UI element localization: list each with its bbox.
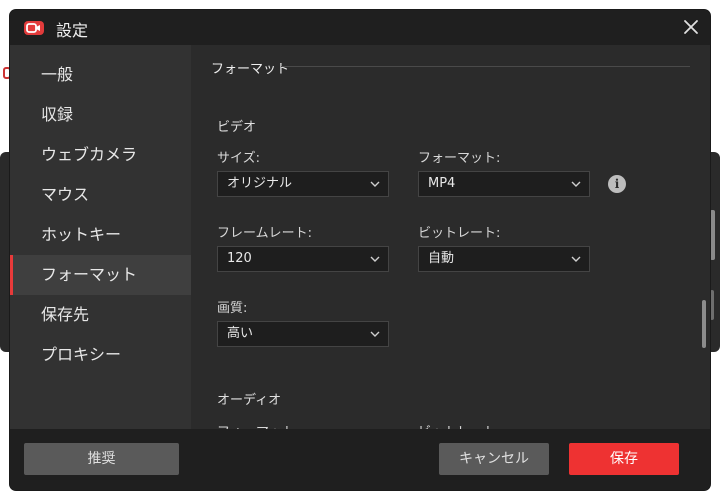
save-button[interactable]: 保存 — [569, 443, 679, 475]
section-divider — [281, 66, 690, 67]
audio-format-label: フォーマット: — [217, 421, 299, 429]
chevron-down-icon — [571, 256, 581, 262]
video-bit-rate-select[interactable]: 自動 — [418, 246, 590, 272]
video-size-value: オリジナル — [227, 176, 293, 191]
background-panel-left — [0, 152, 10, 352]
title-bar: 設定 — [10, 10, 710, 45]
sidebar-item-label: ホットキー — [41, 225, 122, 244]
sidebar-item-label: 一般 — [41, 65, 74, 84]
frame-rate-select[interactable]: 120 — [217, 246, 389, 272]
settings-dialog: 設定 一般 収録 ウェブカメラ マウス ホットキー フォーマット 保存先 プロキ… — [10, 10, 710, 490]
chevron-down-icon — [370, 331, 380, 337]
background-scrollbar-thumb — [710, 210, 715, 260]
recommend-button[interactable]: 推奨 — [24, 443, 179, 475]
video-size-select[interactable]: オリジナル — [217, 171, 389, 197]
video-bit-rate-label: ビットレート: — [418, 226, 501, 241]
frame-rate-value: 120 — [227, 251, 252, 266]
settings-content: フォーマット ビデオ サイズ: オリジナル フォーマット: MP4 i フレーム… — [191, 45, 710, 429]
video-size-label: サイズ: — [217, 151, 260, 166]
quality-label: 画質: — [217, 301, 248, 316]
chevron-down-icon — [370, 256, 380, 262]
background-scrollbar-thumb-2 — [710, 290, 714, 320]
frame-rate-label: フレームレート: — [217, 226, 312, 241]
video-camera-icon — [24, 21, 44, 35]
sidebar-item-mouse[interactable]: マウス — [10, 175, 191, 215]
sidebar-item-proxy[interactable]: プロキシー — [10, 335, 191, 375]
video-format-value: MP4 — [428, 176, 456, 191]
video-bit-rate-value: 自動 — [428, 251, 455, 266]
chevron-down-icon — [370, 181, 380, 187]
quality-value: 高い — [227, 326, 254, 341]
audio-group-title: オーディオ — [217, 393, 282, 408]
close-icon[interactable] — [680, 16, 702, 38]
info-icon[interactable]: i — [608, 175, 626, 193]
settings-sidebar: 一般 収録 ウェブカメラ マウス ホットキー フォーマット 保存先 プロキシー — [10, 45, 191, 429]
sidebar-item-format[interactable]: フォーマット — [10, 255, 191, 295]
cancel-button[interactable]: キャンセル — [439, 443, 549, 475]
sidebar-item-recording[interactable]: 収録 — [10, 95, 191, 135]
sidebar-item-label: フォーマット — [41, 265, 138, 284]
sidebar-item-webcam[interactable]: ウェブカメラ — [10, 135, 191, 175]
sidebar-item-label: ウェブカメラ — [41, 145, 138, 164]
video-format-label: フォーマット: — [418, 151, 501, 166]
video-group-title: ビデオ — [217, 120, 257, 135]
sidebar-item-label: 保存先 — [41, 305, 90, 324]
sidebar-item-general[interactable]: 一般 — [10, 55, 191, 95]
audio-bit-rate-label: ビットレート : — [418, 421, 505, 429]
dialog-title: 設定 — [56, 21, 89, 40]
dialog-footer: 推奨 キャンセル 保存 — [10, 429, 710, 490]
quality-select[interactable]: 高い — [217, 321, 389, 347]
sidebar-item-label: マウス — [41, 185, 90, 204]
content-scrollbar[interactable] — [702, 300, 706, 348]
chevron-down-icon — [571, 181, 581, 187]
sidebar-item-hotkeys[interactable]: ホットキー — [10, 215, 191, 255]
section-title: フォーマット — [211, 62, 290, 77]
video-format-select[interactable]: MP4 — [418, 171, 590, 197]
sidebar-item-label: 収録 — [41, 105, 74, 124]
sidebar-item-save-location[interactable]: 保存先 — [10, 295, 191, 335]
sidebar-item-label: プロキシー — [41, 345, 122, 364]
